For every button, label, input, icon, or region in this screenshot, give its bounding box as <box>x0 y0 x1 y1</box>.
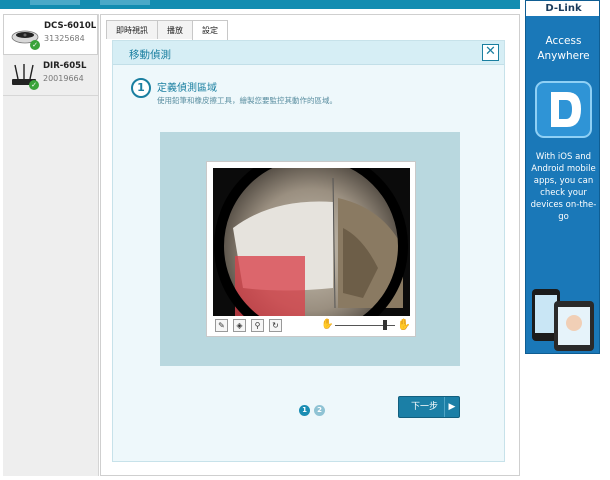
online-check-icon: ✓ <box>30 40 40 50</box>
device-item-dcs-6010l[interactable]: ✓ DCS-6010L 31325684 <box>3 14 98 55</box>
top-tab-left[interactable] <box>30 0 80 5</box>
dlink-logo: D-Link <box>526 1 599 16</box>
device-id: 31325684 <box>44 34 85 43</box>
step-number-badge: 1 <box>131 78 151 98</box>
panel-title: 移動偵測 <box>129 49 171 61</box>
device-name: DIR-605L <box>43 61 87 71</box>
camera-preview-card: ✎ ◈ ⚲ ↻ ✋ ✋ <box>206 161 416 337</box>
large-brush-icon: ✋ <box>397 318 411 331</box>
device-item-dir-605l[interactable]: ✓ DIR-605L 20019664 <box>3 55 98 96</box>
ad-body-text: With iOS and Android mobile apps, you ca… <box>530 152 597 222</box>
dlink-ad-banner[interactable]: D-Link Access Anywhere With iOS and Andr… <box>525 0 600 354</box>
page-dot-1[interactable]: 1 <box>299 405 310 416</box>
step-pager: 12 <box>299 405 329 416</box>
top-tab-right[interactable] <box>100 0 150 5</box>
rotate-icon[interactable]: ↻ <box>269 319 282 332</box>
preview-area: ✎ ◈ ⚲ ↻ ✋ ✋ <box>160 132 460 366</box>
next-button[interactable]: 下一步 ▶ <box>398 396 460 418</box>
close-button[interactable]: ✕ <box>482 44 499 61</box>
tab-settings[interactable]: 設定 <box>192 20 228 40</box>
step-title: 定義偵測區域 <box>157 83 217 94</box>
fisheye-image <box>213 168 410 316</box>
top-bar <box>0 0 520 9</box>
pencil-icon[interactable]: ✎ <box>215 319 228 332</box>
motion-detection-panel: 移動偵測 ✕ 1 定義偵測區域 使用鉛筆和橡皮擦工具，繪製您要監控其動作的區域。 <box>112 40 505 462</box>
broom-icon[interactable]: ⚲ <box>251 319 264 332</box>
small-brush-icon: ✋ <box>321 319 334 330</box>
panel-header: 移動偵測 ✕ <box>113 41 504 65</box>
online-check-icon: ✓ <box>29 80 39 90</box>
tab-bar: 即時視訊 播放 設定 <box>106 20 228 40</box>
main-content: 即時視訊 播放 設定 移動偵測 ✕ 1 定義偵測區域 使用鉛筆和橡皮擦工具，繪製… <box>100 14 520 476</box>
dlink-app-icon <box>535 81 592 138</box>
page-dot-2[interactable]: 2 <box>314 405 325 416</box>
brush-size-slider-thumb[interactable] <box>383 320 387 330</box>
tab-live-view[interactable]: 即時視訊 <box>106 20 158 39</box>
camera-feed[interactable] <box>213 168 410 316</box>
step-description: 使用鉛筆和橡皮擦工具，繪製您要監控其動作的區域。 <box>157 96 337 105</box>
device-sidebar: ✓ DCS-6010L 31325684 ✓ DIR-605L 20019664 <box>3 14 99 476</box>
device-name: DCS-6010L <box>44 21 97 31</box>
next-button-label: 下一步 <box>411 402 439 412</box>
eraser-icon[interactable]: ◈ <box>233 319 246 332</box>
phones-image <box>532 289 594 351</box>
device-id: 20019664 <box>43 74 84 83</box>
tab-playback[interactable]: 播放 <box>157 20 193 39</box>
arrow-right-icon: ▶ <box>444 397 459 417</box>
ad-headline: Access Anywhere <box>537 35 590 62</box>
drawing-toolbar: ✎ ◈ ⚲ ↻ ✋ ✋ <box>213 318 411 334</box>
